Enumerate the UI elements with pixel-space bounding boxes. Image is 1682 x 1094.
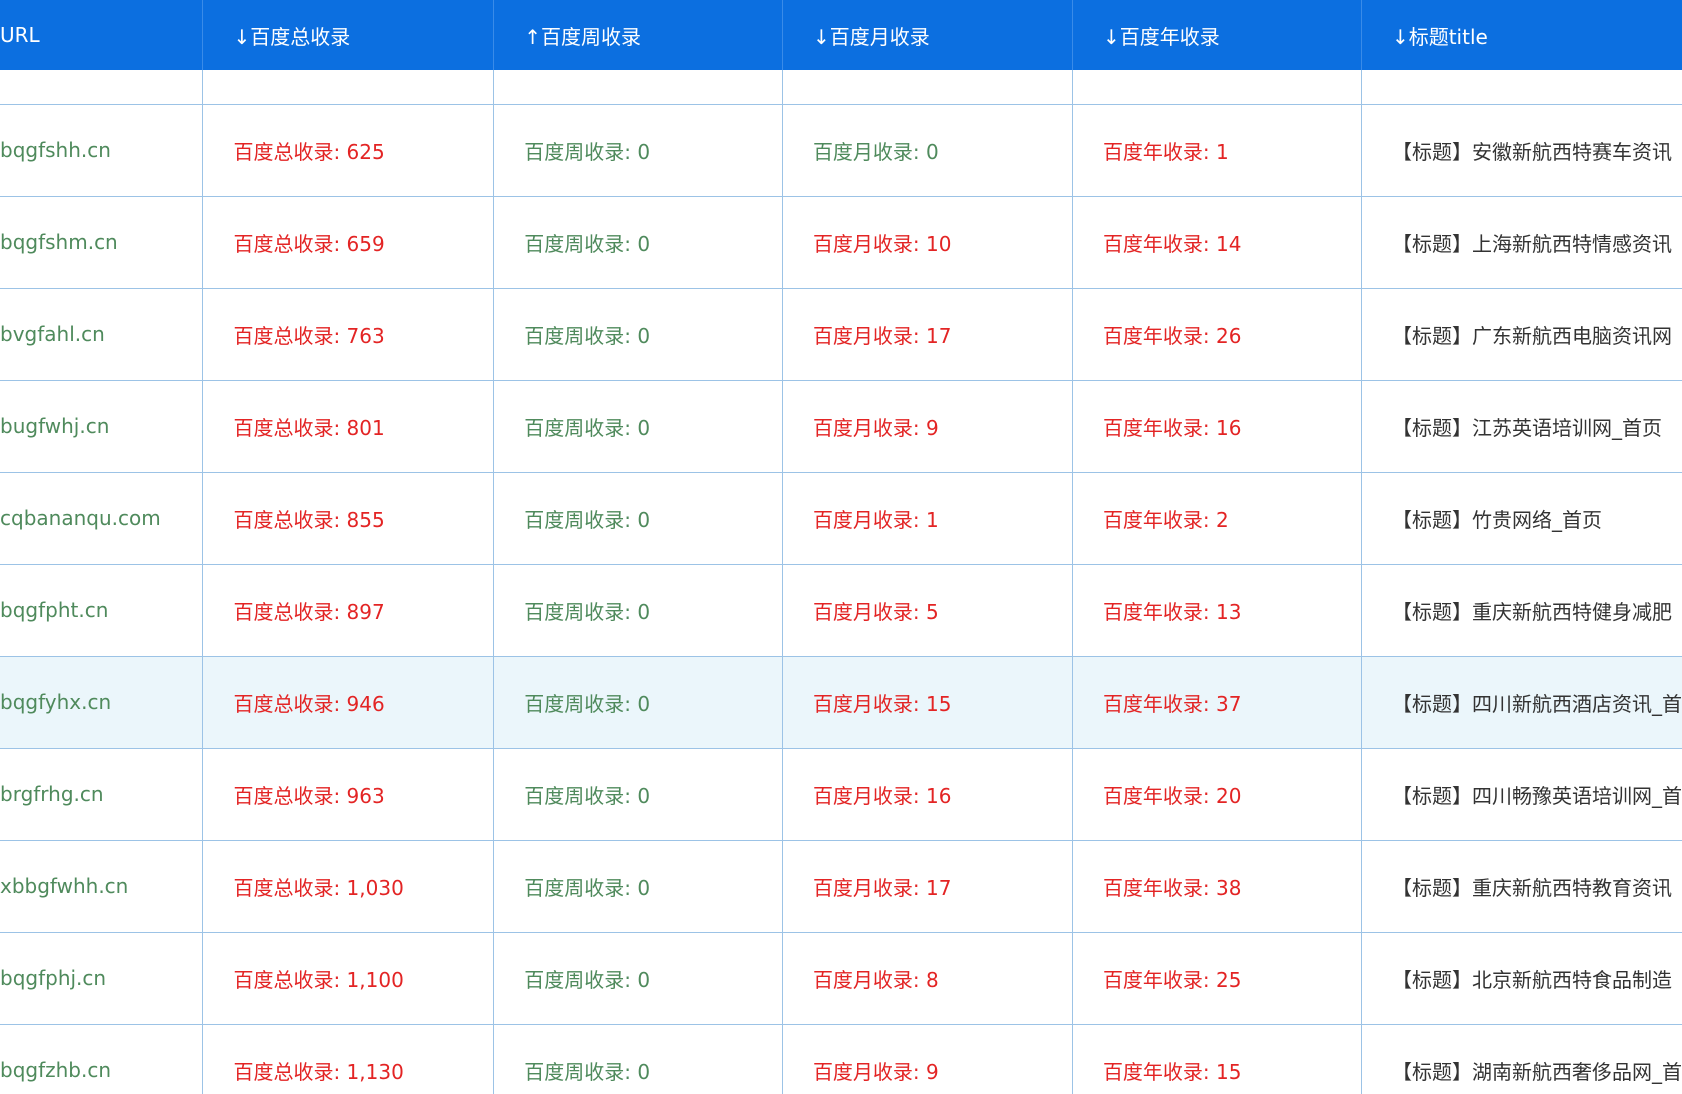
url-cell[interactable]: bqgfzhb.cn (0, 1024, 203, 1094)
title-cell: 【标题】北京新航西特食品制造 (1360, 932, 1682, 1025)
table-row[interactable]: bqgfshh.cn 百度总收录: 625 百度周收录: 0 百度月收录: 0 百度年收… (0, 104, 1682, 197)
year-index-cell: 百度年收录: 1 (1071, 104, 1362, 197)
url-cell[interactable]: bqgfyhx.cn (0, 656, 203, 749)
month-index-cell: 百度月收录: 9 (781, 1024, 1073, 1094)
year-index-cell: 百度年收录: 16 (1071, 380, 1362, 473)
total-index-cell: 百度总收录: 946 (202, 656, 494, 749)
title-cell: 【标题】上海新航西特情感资讯 (1360, 196, 1682, 289)
title-cell: 【标题】重庆新航西特健身减肥 (1360, 564, 1682, 657)
table-header: URL ↓百度总收录 ↑百度周收录 ↓百度月收录 ↓百度年收录 ↓标题title (0, 0, 1682, 70)
month-index-cell: 百度月收录: 16 (781, 748, 1073, 841)
column-header-url[interactable]: URL (0, 0, 203, 70)
month-index-cell: 百度月收录: 1 (781, 472, 1073, 565)
week-index-cell: 百度周收录: 0 (493, 472, 783, 565)
week-index-cell: 百度周收录: 0 (493, 196, 783, 289)
table-row[interactable]: bqgfphj.cn 百度总收录: 1,100 百度周收录: 0 百度月收录: 8 百度… (0, 932, 1682, 1025)
column-header-title[interactable]: ↓标题title (1360, 0, 1682, 70)
total-index-cell: 百度总收录: 1,030 (202, 840, 494, 933)
week-index-cell: 百度周收录: 0 (493, 288, 783, 381)
total-index-cell: 百度总收录: 801 (202, 380, 494, 473)
total-index-cell: 百度总收录: 855 (202, 472, 494, 565)
url-cell[interactable]: bqgfshm.cn (0, 196, 203, 289)
results-table-container: URL ↓百度总收录 ↑百度周收录 ↓百度月收录 ↓百度年收录 ↓标题title… (0, 0, 1682, 1094)
title-cell: 【标题】江苏英语培训网_首页 (1360, 380, 1682, 473)
title-cell: 【标题】湖南新航西奢侈品网_首 (1360, 1024, 1682, 1094)
title-cell: 【标题】安徽新航西特赛车资讯 (1360, 104, 1682, 197)
table-row[interactable]: cqbananqu.com 百度总收录: 855 百度周收录: 0 百度月收录: 1百… (0, 472, 1682, 565)
total-index-cell: 百度总收录: 963 (202, 748, 494, 841)
total-index-cell: 百度总收录: 897 (202, 564, 494, 657)
url-cell[interactable]: bqgfpht.cn (0, 564, 203, 657)
title-cell: 【标题】广东新航西电脑资讯网 (1360, 288, 1682, 381)
week-index-cell: 百度周收录: 0 (493, 380, 783, 473)
column-header-year-index[interactable]: ↓百度年收录 (1071, 0, 1362, 70)
year-index-cell: 百度年收录: 25 (1071, 932, 1362, 1025)
title-cell: 【标题】四川新航西酒店资讯_首 (1360, 656, 1682, 749)
url-cell[interactable]: bqgfshh.cn (0, 104, 203, 197)
year-index-cell: 百度年收录: 38 (1071, 840, 1362, 933)
month-index-cell: 百度月收录: 15 (781, 656, 1073, 749)
year-index-cell: 百度年收录: 2 (1071, 472, 1362, 565)
week-index-cell: 百度周收录: 0 (493, 932, 783, 1025)
week-index-cell: 百度周收录: 0 (493, 748, 783, 841)
week-index-cell: 百度周收录: 0 (493, 656, 783, 749)
url-cell[interactable]: bqgfphj.cn (0, 932, 203, 1025)
table-spacer-row (0, 70, 1682, 105)
total-index-cell: 百度总收录: 1,100 (202, 932, 494, 1025)
column-header-month-index[interactable]: ↓百度月收录 (781, 0, 1073, 70)
month-index-cell: 百度月收录: 17 (781, 288, 1073, 381)
year-index-cell: 百度年收录: 13 (1071, 564, 1362, 657)
table-row[interactable]: xbbgfwhh.cn 百度总收录: 1,030 百度周收录: 0 百度月收录: 17… (0, 840, 1682, 933)
month-index-cell: 百度月收录: 10 (781, 196, 1073, 289)
table-row[interactable]: bqgfyhx.cn 百度总收录: 946 百度周收录: 0 百度月收录: 15 百度年… (0, 656, 1682, 749)
column-header-total-index[interactable]: ↓百度总收录 (202, 0, 494, 70)
results-table: URL ↓百度总收录 ↑百度周收录 ↓百度月收录 ↓百度年收录 ↓标题title… (0, 0, 1682, 1094)
total-index-cell: 百度总收录: 659 (202, 196, 494, 289)
month-index-cell: 百度月收录: 0 (781, 104, 1073, 197)
url-cell[interactable]: bugfwhj.cn (0, 380, 203, 473)
url-cell[interactable]: cqbananqu.com (0, 472, 203, 565)
title-cell: 【标题】竹贵网络_首页 (1360, 472, 1682, 565)
month-index-cell: 百度月收录: 5 (781, 564, 1073, 657)
url-cell[interactable]: bvgfahl.cn (0, 288, 203, 381)
table-row[interactable]: bugfwhj.cn 百度总收录: 801 百度周收录: 0 百度月收录: 9 百度年收… (0, 380, 1682, 473)
month-index-cell: 百度月收录: 8 (781, 932, 1073, 1025)
week-index-cell: 百度周收录: 0 (493, 1024, 783, 1094)
year-index-cell: 百度年收录: 14 (1071, 196, 1362, 289)
year-index-cell: 百度年收录: 15 (1071, 1024, 1362, 1094)
table-row[interactable]: brgfrhg.cn 百度总收录: 963 百度周收录: 0 百度月收录: 16 百度年… (0, 748, 1682, 841)
year-index-cell: 百度年收录: 26 (1071, 288, 1362, 381)
total-index-cell: 百度总收录: 763 (202, 288, 494, 381)
year-index-cell: 百度年收录: 37 (1071, 656, 1362, 749)
week-index-cell: 百度周收录: 0 (493, 840, 783, 933)
year-index-cell: 百度年收录: 20 (1071, 748, 1362, 841)
table-row[interactable]: bvgfahl.cn 百度总收录: 763 百度周收录: 0 百度月收录: 17 百度年… (0, 288, 1682, 381)
table-row[interactable]: bqgfzhb.cn 百度总收录: 1,130 百度周收录: 0 百度月收录: 9 百度… (0, 1024, 1682, 1094)
url-cell[interactable]: xbbgfwhh.cn (0, 840, 203, 933)
month-index-cell: 百度月收录: 9 (781, 380, 1073, 473)
week-index-cell: 百度周收录: 0 (493, 104, 783, 197)
url-cell[interactable]: brgfrhg.cn (0, 748, 203, 841)
column-header-week-index[interactable]: ↑百度周收录 (493, 0, 783, 70)
table-row[interactable]: bqgfshm.cn 百度总收录: 659 百度周收录: 0 百度月收录: 10 百度年… (0, 196, 1682, 289)
title-cell: 【标题】重庆新航西特教育资讯 (1360, 840, 1682, 933)
table-body: bqgfshh.cn 百度总收录: 625 百度周收录: 0 百度月收录: 0 百度年收… (0, 70, 1682, 1094)
table-row[interactable]: bqgfpht.cn 百度总收录: 897 百度周收录: 0 百度月收录: 5 百度年收… (0, 564, 1682, 657)
month-index-cell: 百度月收录: 17 (781, 840, 1073, 933)
title-cell: 【标题】四川畅豫英语培训网_首 (1360, 748, 1682, 841)
week-index-cell: 百度周收录: 0 (493, 564, 783, 657)
total-index-cell: 百度总收录: 1,130 (202, 1024, 494, 1094)
total-index-cell: 百度总收录: 625 (202, 104, 494, 197)
